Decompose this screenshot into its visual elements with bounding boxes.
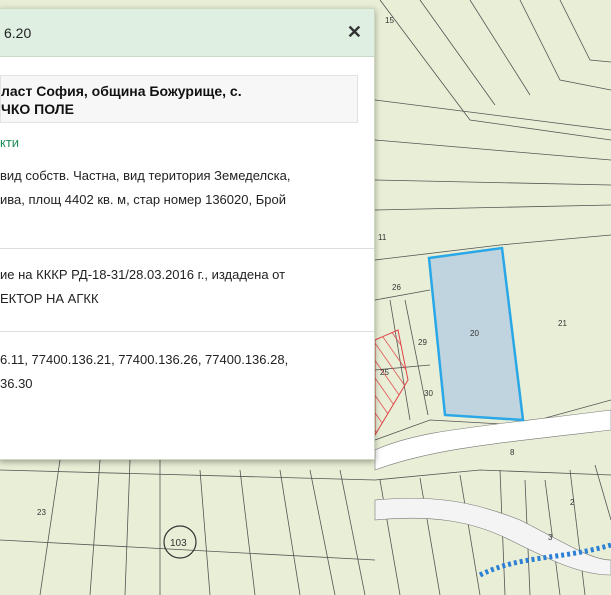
- map-label-25: 25: [380, 368, 389, 377]
- close-icon[interactable]: ✕: [347, 22, 362, 43]
- map-label-2: 2: [570, 498, 575, 507]
- details-line-2: ива, площ 4402 кв. м, стар номер 136020,…: [0, 192, 286, 207]
- neighbors-line-1: 6.11, 77400.136.21, 77400.136.26, 77400.…: [0, 352, 289, 367]
- map-label-15: 15: [385, 16, 394, 25]
- map-label-3: 3: [548, 533, 553, 542]
- parcel-info-popup: 6.20 ✕ ласт София, община Божурище, с. Ч…: [0, 8, 375, 460]
- order-line-1: ие на КККР РД-18-31/28.03.2016 г., издад…: [0, 267, 286, 282]
- map-label-23: 23: [37, 508, 46, 517]
- address-line-1: ласт София, община Божурище, с.: [1, 83, 242, 99]
- popup-title: 6.20: [4, 24, 32, 41]
- parcel-details: вид собств. Частна, вид територия Земеде…: [0, 164, 374, 212]
- map-label-21: 21: [558, 319, 567, 328]
- objects-link[interactable]: кти: [0, 135, 374, 150]
- map-label-11: 11: [378, 233, 387, 242]
- popup-header: 6.20 ✕: [0, 9, 374, 57]
- divider: [0, 248, 374, 249]
- map-label-30: 30: [424, 389, 433, 398]
- details-line-1: вид собств. Частна, вид територия Земеде…: [0, 168, 291, 183]
- map-label-103: 103: [170, 538, 187, 549]
- divider: [0, 331, 374, 332]
- address-box: ласт София, община Божурище, с. ЧКО ПОЛЕ: [0, 75, 358, 123]
- map-label-8: 8: [510, 448, 515, 457]
- address-line-2: ЧКО ПОЛЕ: [1, 101, 74, 117]
- map-label-26: 26: [392, 283, 401, 292]
- neighbors-line-2: 36.30: [0, 376, 33, 391]
- order-line-2: ЕКТОР НА АГКК: [0, 291, 99, 306]
- neighbor-parcels: 6.11, 77400.136.21, 77400.136.26, 77400.…: [0, 348, 374, 396]
- order-info: ие на КККР РД-18-31/28.03.2016 г., издад…: [0, 263, 374, 311]
- map-label-29: 29: [418, 338, 427, 347]
- map-label-20: 20: [470, 329, 479, 338]
